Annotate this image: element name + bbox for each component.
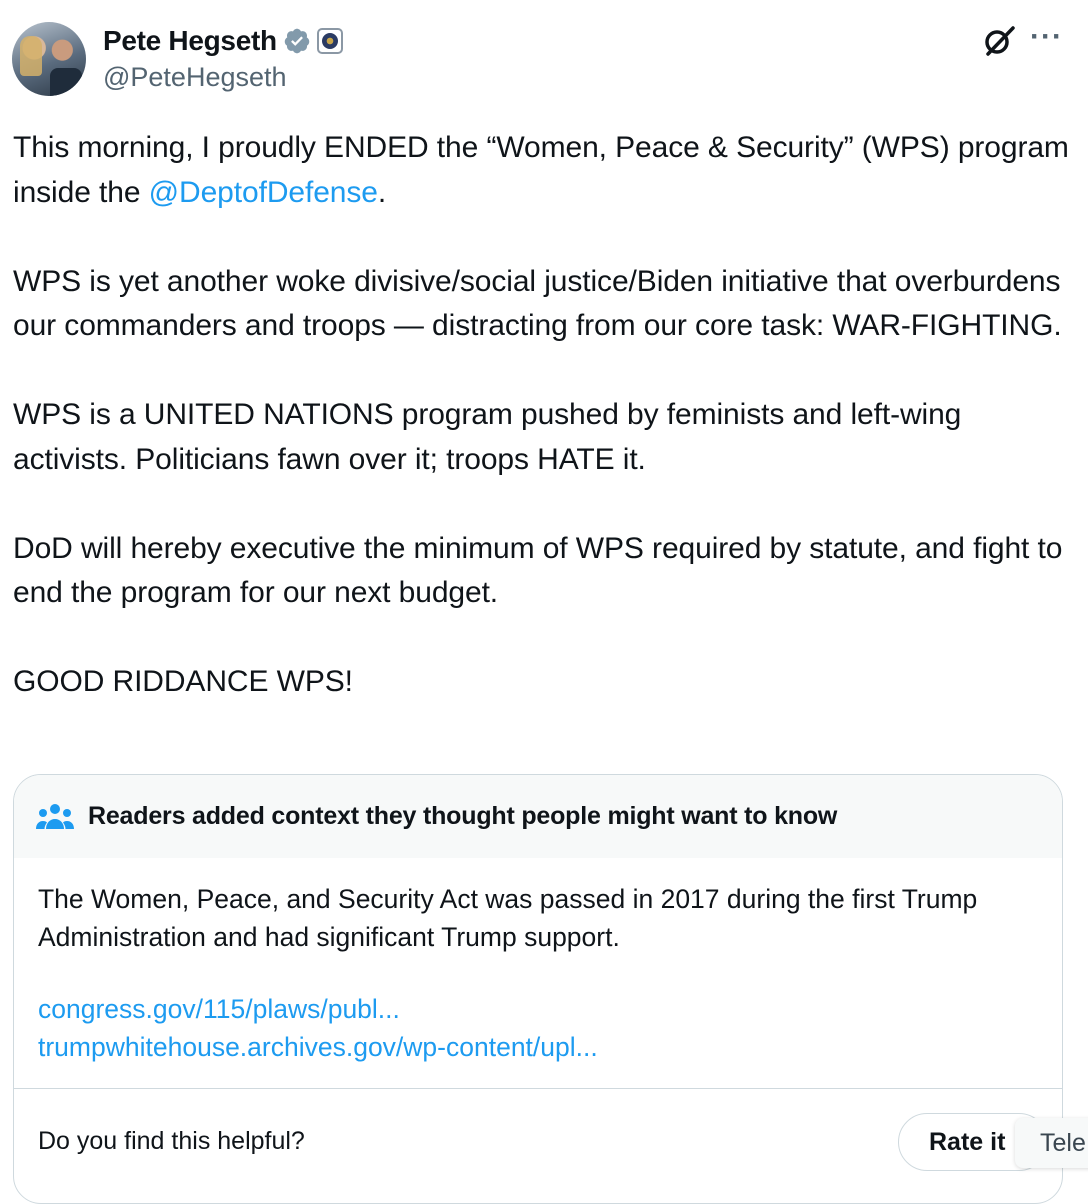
post-paragraph-5: GOOD RIDDANCE WPS! — [13, 665, 353, 698]
post-paragraph-1-end: . — [377, 175, 387, 209]
community-note-header: Readers added context they thought peopl… — [14, 775, 1062, 858]
people-icon — [36, 803, 74, 829]
more-icon[interactable]: ··· — [1030, 20, 1063, 54]
community-note-footer: Do you find this helpful? Rate it — [14, 1088, 1062, 1203]
tele-overlay-chip[interactable]: Tele — [1015, 1118, 1088, 1168]
source-link-2[interactable]: trumpwhitehouse.archives.gov/wp-content/… — [38, 1028, 1038, 1066]
source-link-1[interactable]: congress.gov/115/plaws/publ... — [38, 990, 1038, 1028]
community-note-title: Readers added context they thought peopl… — [88, 802, 838, 830]
post-text: This morning, I proudly ENDED the “Women… — [13, 126, 1083, 749]
verified-icon — [284, 28, 310, 54]
community-note: Readers added context they thought peopl… — [13, 774, 1063, 1204]
author-handle[interactable]: @PeteHegseth — [103, 62, 287, 93]
post-paragraph-1: This morning, I proudly ENDED the “Women… — [13, 126, 1083, 215]
affiliation-badge-icon[interactable] — [316, 28, 343, 54]
avatar[interactable] — [12, 22, 86, 96]
author-display-name[interactable]: Pete Hegseth — [103, 25, 277, 57]
author-name-row: Pete Hegseth — [103, 22, 343, 60]
community-note-text: The Women, Peace, and Security Act was p… — [38, 884, 978, 952]
post-paragraph-3: WPS is a UNITED NATIONS program pushed b… — [13, 398, 962, 476]
community-note-body: The Women, Peace, and Security Act was p… — [14, 858, 1062, 1066]
helpful-question: Do you find this helpful? — [38, 1127, 305, 1155]
post-paragraph-2: WPS is yet another woke divisive/social … — [13, 264, 1062, 343]
grok-icon[interactable] — [982, 24, 1016, 58]
mention-link[interactable]: @DeptofDefense — [149, 176, 378, 209]
post-paragraph-4: DoD will hereby executive the minimum of… — [13, 531, 1063, 610]
